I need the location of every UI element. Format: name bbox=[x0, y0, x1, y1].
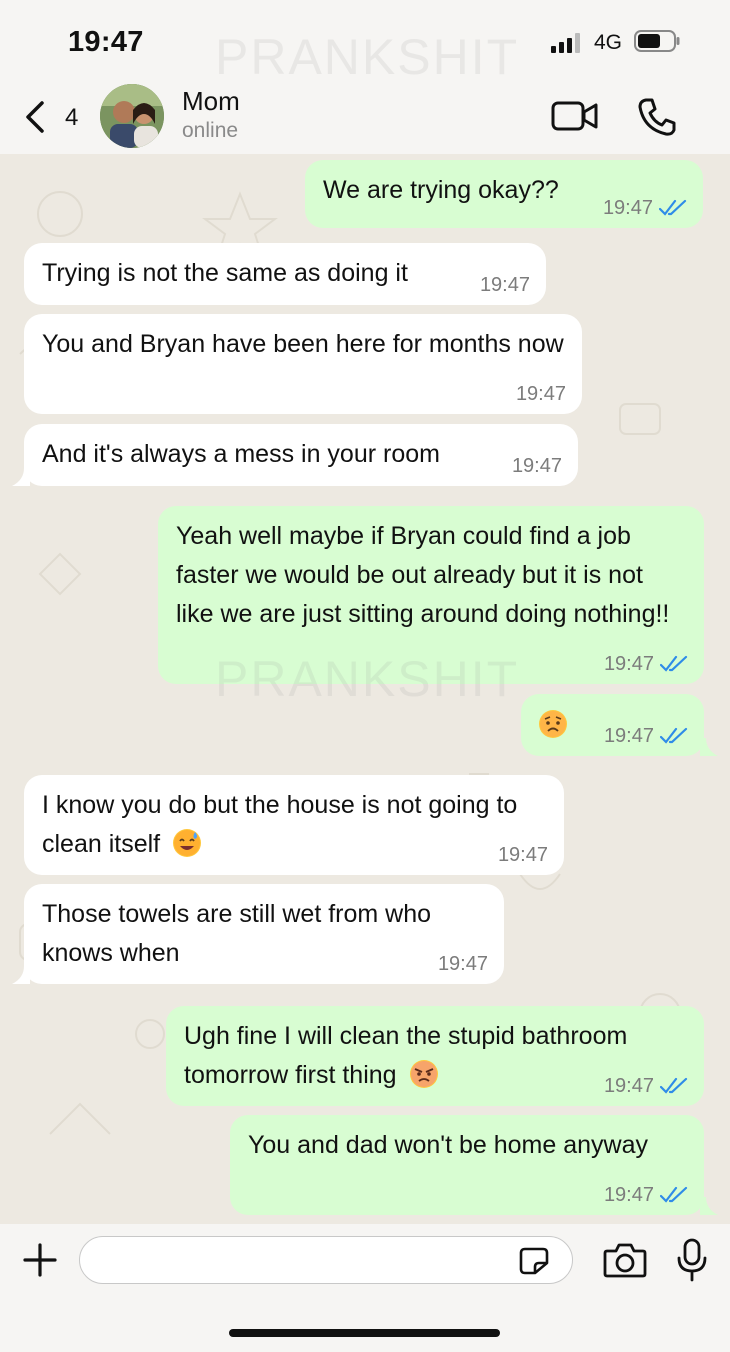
message-meta: 19:47 bbox=[604, 1074, 688, 1098]
message-bubble-outgoing[interactable]: Ugh fine I will clean the stupid bathroo… bbox=[166, 1006, 704, 1106]
bubble-tail bbox=[12, 966, 30, 984]
message-time: 19:47 bbox=[602, 197, 653, 219]
video-call-icon[interactable] bbox=[551, 98, 599, 134]
battery-icon bbox=[634, 30, 680, 52]
back-chevron-icon[interactable] bbox=[22, 100, 48, 134]
message-time: 19:47 bbox=[479, 274, 530, 296]
message-text: Trying is not the same as doing it bbox=[42, 259, 408, 287]
contact-avatar[interactable] bbox=[100, 84, 164, 148]
message-meta: 19:47 bbox=[438, 952, 488, 976]
message-text: And it's always a mess in your room bbox=[42, 440, 440, 468]
sticker-icon[interactable] bbox=[519, 1247, 549, 1275]
signal-icon bbox=[551, 33, 580, 53]
message-time: 19:47 bbox=[437, 953, 488, 975]
message-time: 19:47 bbox=[603, 1075, 654, 1097]
message-meta: 19:47 bbox=[604, 724, 688, 748]
message-text: We are trying okay?? bbox=[323, 176, 559, 204]
plus-icon[interactable] bbox=[22, 1242, 58, 1278]
message-time: 19:47 bbox=[497, 844, 548, 866]
contact-status: online bbox=[182, 119, 239, 142]
message-meta: 19:47 bbox=[604, 1183, 688, 1207]
watermark-top: PRANKSHIT bbox=[215, 29, 520, 85]
message-bubble-incoming[interactable]: And it's always a mess in your room 19:4… bbox=[24, 424, 578, 486]
read-ticks-icon bbox=[660, 655, 688, 672]
angry-face-emoji bbox=[409, 1060, 438, 1088]
message-text: I know you do but the house is not going… bbox=[42, 791, 518, 858]
message-time: 19:47 bbox=[603, 725, 654, 747]
bubble-tail bbox=[700, 1197, 718, 1215]
message-text: Ugh fine I will clean the stupid bathroo… bbox=[184, 1022, 628, 1089]
read-ticks-icon bbox=[659, 199, 687, 216]
message-bubble-incoming[interactable]: Trying is not the same as doing it 19:47 bbox=[24, 243, 546, 305]
message-time: 19:47 bbox=[603, 1184, 654, 1206]
message-time: 19:47 bbox=[511, 455, 562, 477]
read-ticks-icon bbox=[660, 1186, 688, 1203]
contact-name[interactable]: Mom bbox=[182, 86, 240, 117]
worried-face-emoji bbox=[539, 710, 567, 738]
message-bubble-incoming[interactable]: I know you do but the house is not going… bbox=[24, 775, 564, 875]
network-label: 4G bbox=[594, 31, 623, 54]
message-bubble-outgoing[interactable]: 19:47 bbox=[521, 694, 704, 756]
camera-icon[interactable] bbox=[603, 1242, 647, 1278]
message-time: 19:47 bbox=[515, 383, 566, 405]
message-text: You and dad won't be home anyway bbox=[248, 1131, 648, 1159]
bubble-tail bbox=[12, 468, 30, 486]
watermark-middle: PRANKSHIT bbox=[215, 651, 520, 707]
message-time: 19:47 bbox=[603, 653, 654, 675]
message-meta: 19:47 bbox=[480, 273, 530, 297]
read-ticks-icon bbox=[660, 727, 688, 744]
message-meta: 19:47 bbox=[516, 382, 566, 406]
message-meta: 19:47 bbox=[498, 843, 548, 867]
sweat-smile-emoji bbox=[173, 829, 202, 857]
message-bubble-incoming[interactable]: Those towels are still wet from who know… bbox=[24, 884, 504, 984]
message-meta: 19:47 bbox=[603, 196, 687, 220]
message-bubble-incoming[interactable]: You and Bryan have been here for months … bbox=[24, 314, 582, 414]
microphone-icon[interactable] bbox=[676, 1238, 708, 1282]
chat-header: 4 Mom online bbox=[0, 80, 730, 154]
bubble-tail bbox=[700, 738, 718, 756]
message-text: Yeah well maybe if Bryan could find a jo… bbox=[176, 522, 670, 628]
read-ticks-icon bbox=[660, 1077, 688, 1094]
home-indicator[interactable] bbox=[229, 1329, 500, 1337]
message-meta: 19:47 bbox=[604, 652, 688, 676]
status-time: 19:47 bbox=[68, 26, 144, 58]
message-input[interactable] bbox=[79, 1236, 573, 1284]
phone-call-icon[interactable] bbox=[636, 96, 678, 138]
message-meta: 19:47 bbox=[512, 454, 562, 478]
message-bubble-outgoing[interactable]: We are trying okay?? 19:47 bbox=[305, 160, 703, 228]
unread-count[interactable]: 4 bbox=[65, 104, 78, 132]
message-text: Those towels are still wet from who know… bbox=[42, 900, 432, 967]
message-bubble-outgoing[interactable]: You and dad won't be home anyway 19:47 bbox=[230, 1115, 704, 1215]
message-text: You and Bryan have been here for months … bbox=[42, 330, 564, 358]
